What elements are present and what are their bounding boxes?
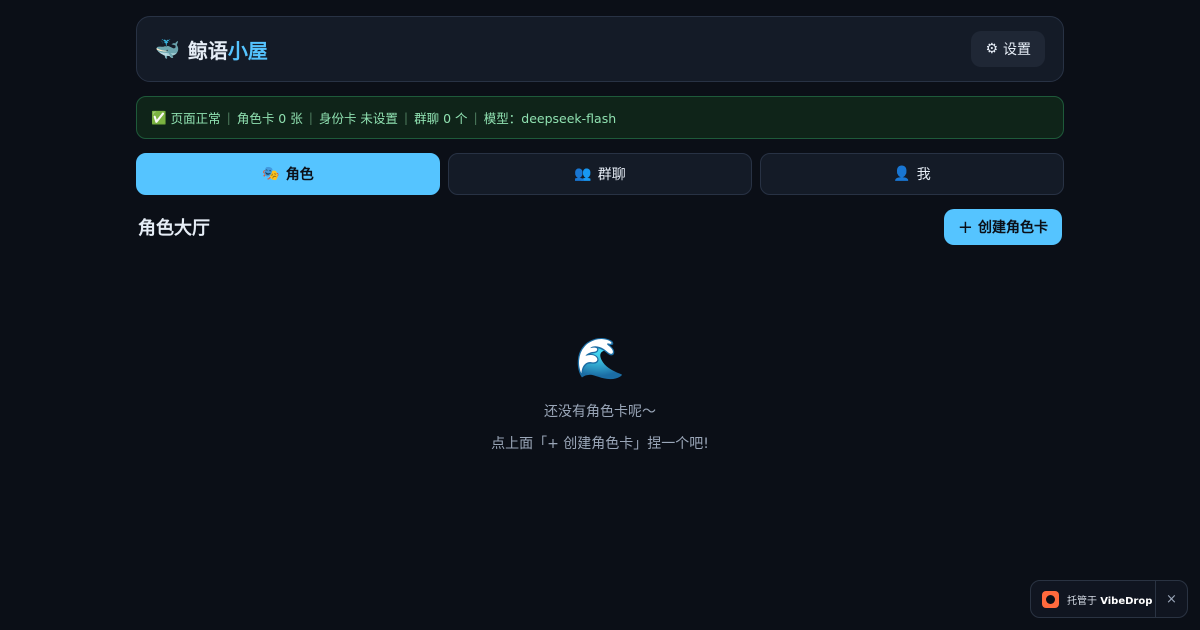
brand: 🐳 鲸语 小屋 bbox=[155, 35, 268, 64]
person-icon: 👤 bbox=[893, 166, 911, 182]
people-icon: 👥 bbox=[574, 166, 592, 182]
status-divider: | bbox=[308, 110, 313, 125]
status-role-count: 角色卡 0 张 bbox=[236, 111, 303, 126]
hosted-text: 托管于 VibeDrop bbox=[1067, 595, 1153, 607]
create-label: 创建角色卡 bbox=[978, 220, 1048, 236]
empty-state: 🌊 还没有角色卡呢～ 点上面「+ 创建角色卡」捏一个吧! bbox=[136, 335, 1064, 453]
section-title: 角色大厅 bbox=[138, 218, 210, 239]
app-container: 🐳 鲸语 小屋 ⚙ 设置 ✅ 页面正常 | 角色卡 0 张 | 身份卡 未设置 … bbox=[136, 16, 1064, 453]
gear-icon: ⚙ bbox=[985, 41, 998, 57]
status-divider: | bbox=[473, 110, 478, 125]
hosted-brand: VibeDrop bbox=[1100, 595, 1153, 607]
masks-icon: 🎭 bbox=[262, 166, 280, 182]
app-header: 🐳 鲸语 小屋 ⚙ 设置 bbox=[136, 16, 1064, 82]
status-page: 页面正常 bbox=[170, 111, 221, 126]
status-identity: 身份卡 未设置 bbox=[318, 111, 398, 126]
create-role-card-button[interactable]: + 创建角色卡 bbox=[943, 209, 1062, 245]
app-title-part2: 小屋 bbox=[227, 38, 268, 63]
main-tabs: 🎭 角色 👥 群聊 👤 我 bbox=[136, 153, 1064, 195]
status-model: 模型：deepseek-flash bbox=[483, 111, 617, 126]
check-icon: ✅ bbox=[151, 109, 167, 125]
status-bar: ✅ 页面正常 | 角色卡 0 张 | 身份卡 未设置 | 群聊 0 个 | 模型… bbox=[136, 96, 1064, 139]
section-header: 角色大厅 + 创建角色卡 bbox=[136, 209, 1064, 245]
status-divider: | bbox=[403, 110, 409, 125]
tab-label: 角色 bbox=[285, 167, 314, 183]
close-icon[interactable]: × bbox=[1155, 581, 1187, 617]
tab-roles[interactable]: 🎭 角色 bbox=[136, 153, 440, 195]
whale-icon: 🐳 bbox=[155, 37, 180, 61]
empty-hint: 点上面「+ 创建角色卡」捏一个吧! bbox=[491, 436, 709, 452]
tab-group-chat[interactable]: 👥 群聊 bbox=[448, 153, 752, 195]
vibedrop-logo-icon bbox=[1042, 590, 1059, 608]
settings-button[interactable]: ⚙ 设置 bbox=[971, 31, 1045, 67]
tab-me[interactable]: 👤 我 bbox=[760, 153, 1064, 195]
status-divider: | bbox=[226, 110, 231, 125]
plus-icon: + bbox=[957, 216, 973, 238]
tab-label: 我 bbox=[916, 167, 931, 183]
settings-label: 设置 bbox=[1003, 42, 1031, 58]
hosted-badge[interactable]: 托管于 VibeDrop × bbox=[1030, 580, 1188, 618]
app-title-part1: 鲸语 bbox=[187, 38, 228, 63]
empty-message: 还没有角色卡呢～ bbox=[544, 404, 656, 420]
wave-icon: 🌊 bbox=[575, 336, 625, 382]
status-group-count: 群聊 0 个 bbox=[414, 111, 468, 126]
tab-label: 群聊 bbox=[597, 167, 626, 183]
